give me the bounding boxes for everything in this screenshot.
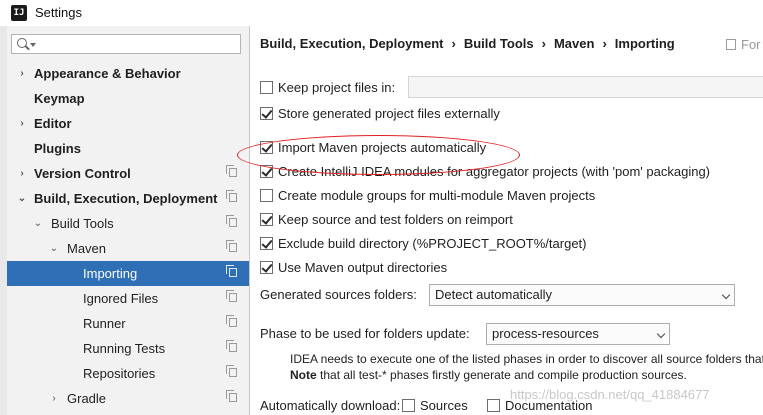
project-scope-icon — [726, 39, 736, 50]
breadcrumb-item: Build, Execution, Deployment — [260, 36, 444, 51]
tree-item[interactable]: Importing — [7, 261, 249, 286]
breadcrumb-separator: › — [602, 36, 607, 51]
tree-item[interactable]: › Version Control — [7, 161, 249, 186]
settings-search-input[interactable] — [11, 34, 241, 54]
tree-item-label: Keymap — [34, 91, 85, 106]
tree-item-label: Build, Execution, Deployment — [34, 191, 218, 206]
project-settings-icon — [226, 290, 237, 302]
intellij-app-icon: IJ — [11, 5, 27, 21]
tree-item-label: Gradle — [67, 391, 107, 406]
window-title: Settings — [35, 5, 82, 20]
generated-sources-value: Detect automatically — [435, 287, 553, 302]
checkbox-box[interactable] — [260, 237, 273, 250]
tree-item-label: Editor — [34, 116, 72, 131]
settings-sidebar: › Appearance & Behavior Keymap › Editor Plugi… — [7, 26, 250, 415]
tree-item-label: Ignored Files — [83, 291, 159, 306]
generated-sources-select[interactable]: Detect automatically — [429, 284, 735, 306]
project-settings-icon — [226, 390, 237, 402]
checkbox-box[interactable] — [260, 165, 273, 178]
generated-sources-label: Generated sources folders: — [260, 287, 417, 302]
breadcrumb-item: Importing — [614, 36, 675, 51]
project-settings-icon — [226, 240, 237, 252]
chevron-right-icon[interactable]: › — [17, 61, 27, 86]
phase-help-text-line1: IDEA needs to execute one of the listed … — [290, 352, 763, 366]
checkbox-label: Sources — [420, 398, 468, 413]
tree-item[interactable]: Repositories — [7, 361, 249, 386]
project-settings-icon — [226, 315, 237, 327]
checkbox-label: Use Maven output directories — [278, 260, 448, 275]
checkbox-label: Create module groups for multi-module Ma… — [278, 188, 596, 203]
tree-item-label: Maven — [67, 241, 107, 256]
phase-help-text-line2: Note that all test-* phases firstly gene… — [290, 368, 687, 382]
project-settings-icon — [226, 165, 237, 177]
tree-item[interactable]: Keymap — [7, 86, 249, 111]
project-settings-icon — [226, 365, 237, 377]
tree-item-label: Build Tools — [51, 216, 114, 231]
breadcrumb: Build, Execution, Deployment › Build Tools… — [260, 36, 675, 51]
breadcrumb-separator: › — [541, 36, 546, 51]
tree-item-label: Running Tests — [83, 341, 166, 356]
search-icon — [17, 38, 27, 48]
for-project-indicator: For — [726, 37, 761, 52]
project-settings-icon — [226, 215, 237, 227]
tree-item-label: Appearance & Behavior — [34, 66, 181, 81]
tree-item[interactable]: ⌄ Build Tools — [7, 211, 249, 236]
checkbox-box[interactable] — [260, 107, 273, 120]
project-settings-icon — [226, 340, 237, 352]
chevron-right-icon[interactable]: › — [49, 386, 59, 411]
chevron-right-icon[interactable]: › — [17, 161, 27, 186]
checkbox-label: Exclude build directory (%PROJECT_ROOT%/… — [278, 236, 587, 251]
checkbox-label: Keep project files in: — [278, 80, 396, 95]
chevron-down-icon — [656, 329, 666, 339]
checkbox-box[interactable] — [260, 261, 273, 274]
phase-label: Phase to be used for folders update: — [260, 326, 470, 341]
breadcrumb-item: Build Tools — [463, 36, 534, 51]
chevron-down-icon[interactable]: ⌄ — [49, 236, 59, 261]
tree-item[interactable]: Plugins — [7, 136, 249, 161]
chevron-down-icon[interactable]: ⌄ — [17, 186, 27, 211]
checkbox-box[interactable] — [487, 399, 500, 412]
checkbox-box[interactable] — [260, 141, 273, 154]
title-bar: IJ Settings — [0, 0, 763, 26]
chevron-down-icon — [721, 290, 731, 300]
checkbox-label: Keep source and test folders on reimport — [278, 212, 513, 227]
tree-item[interactable]: › Gradle — [7, 386, 249, 411]
breadcrumb-separator: › — [451, 36, 456, 51]
tree-item[interactable]: Runner — [7, 311, 249, 336]
tree-item[interactable]: Ignored Files — [7, 286, 249, 311]
tree-item[interactable]: › Appearance & Behavior — [7, 61, 249, 86]
tree-item[interactable]: ⌄ Maven — [7, 236, 249, 261]
tree-item[interactable]: › Editor — [7, 111, 249, 136]
checkbox-label: Store generated project files externally — [278, 106, 500, 121]
tree-item-label: Plugins — [34, 141, 81, 156]
for-project-label: For — [741, 37, 761, 52]
breadcrumb-item: Maven — [553, 36, 595, 51]
note-text: that all test-* phases firstly generate … — [316, 368, 687, 382]
project-files-path-field[interactable] — [408, 76, 763, 98]
checkbox-box[interactable] — [260, 81, 273, 94]
tree-item-label: Version Control — [34, 166, 131, 181]
auto-download-label: Automatically download: — [260, 398, 401, 413]
tree-item-label: Importing — [83, 266, 138, 281]
checkbox-label: Import Maven projects automatically — [278, 140, 487, 155]
note-emphasis: Note — [290, 368, 317, 382]
checkbox-box[interactable] — [402, 399, 415, 412]
watermark: https://blog.csdn.net/qq_41884677 — [510, 387, 710, 402]
search-options-dropdown-icon[interactable] — [30, 43, 36, 47]
phase-value: process-resources — [492, 326, 599, 341]
project-settings-icon — [226, 265, 237, 277]
tree-item-label: Repositories — [83, 366, 156, 381]
chevron-down-icon[interactable]: ⌄ — [33, 211, 43, 236]
settings-content: Build, Execution, Deployment › Build Tools… — [237, 26, 763, 415]
checkbox-box[interactable] — [260, 213, 273, 226]
tree-item[interactable]: Running Tests — [7, 336, 249, 361]
tree-item[interactable]: ⌄ Build, Execution, Deployment — [7, 186, 249, 211]
checkbox-label: Create IntelliJ IDEA modules for aggrega… — [278, 164, 711, 179]
chevron-right-icon[interactable]: › — [17, 111, 27, 136]
checkbox-box[interactable] — [260, 189, 273, 202]
phase-select[interactable]: process-resources — [486, 323, 670, 345]
tree-item-label: Runner — [83, 316, 126, 331]
project-settings-icon — [226, 190, 237, 202]
